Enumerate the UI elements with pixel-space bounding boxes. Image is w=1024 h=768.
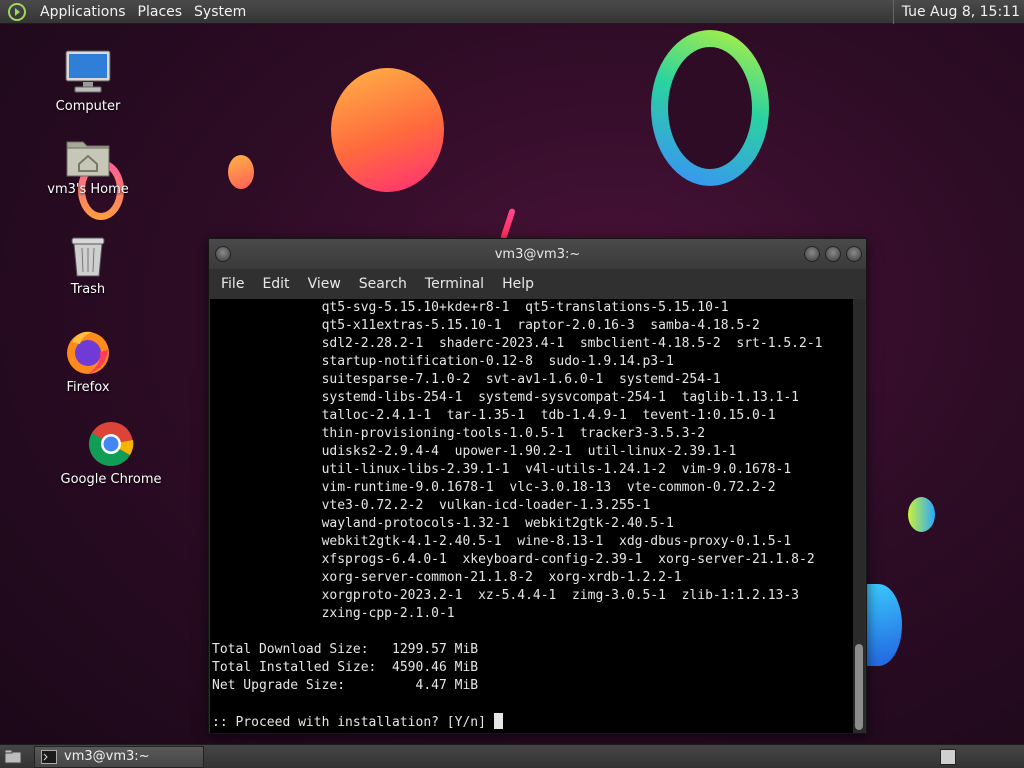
trash-icon	[71, 237, 105, 277]
workspace-switcher[interactable]	[940, 749, 956, 765]
applications-menu[interactable]: Applications	[34, 4, 132, 20]
terminal-cursor	[493, 713, 503, 729]
wallpaper-orange-blob	[331, 68, 444, 192]
clock[interactable]: Tue Aug 8, 15:11	[892, 0, 1020, 24]
desktop-icon-computer[interactable]: Computer	[28, 45, 148, 114]
terminal-line: vte3-0.72.2-2 vulkan-icd-loader-1.3.255-…	[212, 498, 651, 513]
terminal-window[interactable]: vm3@vm3:~ File Edit View Search Terminal…	[208, 238, 867, 734]
terminal-line: udisks2-2.9.4-4 upower-1.90.2-1 util-lin…	[212, 444, 737, 459]
minimize-button[interactable]	[804, 246, 820, 262]
terminal-line: xorg-server-common-21.1.8-2 xorg-xrdb-1.…	[212, 570, 682, 585]
desktop-icon-label: vm3's Home	[47, 182, 129, 197]
terminal-line: Total Installed Size: 4590.46 MiB	[212, 660, 479, 675]
desktop-icon-home[interactable]: vm3's Home	[28, 128, 148, 197]
show-desktop-icon	[4, 749, 22, 763]
terminal-line: talloc-2.4.1-1 tar-1.35-1 tdb-1.4.9-1 te…	[212, 408, 776, 423]
wallpaper-green-ring	[651, 30, 769, 186]
chrome-icon	[89, 422, 134, 466]
menu-terminal[interactable]: Terminal	[416, 276, 493, 292]
home-folder-icon	[66, 141, 110, 177]
terminal-line: wayland-protocols-1.32-1 webkit2gtk-2.40…	[212, 516, 674, 531]
bottom-panel: vm3@vm3:~	[0, 744, 1024, 768]
menu-file[interactable]: File	[212, 276, 253, 292]
taskbar-item-label: vm3@vm3:~	[64, 749, 150, 764]
terminal-line: :: Proceed with installation? [Y/n]	[212, 713, 854, 732]
terminal-line: util-linux-libs-2.39.1-1 v4l-utils-1.24.…	[212, 462, 792, 477]
terminal-line: systemd-libs-254-1 systemd-sysvcompat-25…	[212, 390, 799, 405]
distro-logo-icon[interactable]	[6, 1, 28, 23]
terminal-line: Net Upgrade Size: 4.47 MiB	[212, 678, 479, 693]
menu-help[interactable]: Help	[493, 276, 543, 292]
terminal-line: qt5-svg-5.15.10+kde+r8-1 qt5-translation…	[212, 300, 729, 315]
desktop-icon-trash[interactable]: Trash	[28, 228, 148, 297]
desktop-icon-label: Computer	[55, 99, 121, 114]
desktop-icon-chrome[interactable]: Google Chrome	[51, 418, 171, 487]
top-panel: Applications Places System Tue Aug 8, 15…	[0, 0, 1024, 24]
system-menu[interactable]: System	[188, 4, 252, 20]
window-menu-button[interactable]	[215, 246, 231, 262]
desktop-icon-label: Trash	[70, 282, 106, 297]
terminal-line: webkit2gtk-4.1-2.40.5-1 wine-8.13-1 xdg-…	[212, 534, 792, 549]
terminal-line: xorgproto-2023.2-1 xz-5.4.4-1 zimg-3.0.5…	[212, 588, 799, 603]
terminal-output[interactable]: qt5-svg-5.15.10+kde+r8-1 qt5-translation…	[210, 299, 854, 733]
menu-edit[interactable]: Edit	[253, 276, 298, 292]
wallpaper-green-blob	[908, 497, 935, 532]
terminal-scrollbar[interactable]	[853, 299, 865, 733]
terminal-menubar: File Edit View Search Terminal Help	[209, 269, 866, 299]
terminal-line: vim-runtime-9.0.1678-1 vlc-3.0.18-13 vte…	[212, 480, 776, 495]
close-button[interactable]	[846, 246, 862, 262]
window-title: vm3@vm3:~	[494, 246, 581, 262]
terminal-line: thin-provisioning-tools-1.0.5-1 tracker3…	[212, 426, 706, 441]
terminal-line: sdl2-2.28.2-1 shaderc-2023.4-1 smbclient…	[212, 336, 823, 351]
terminal-line: xfsprogs-6.4.0-1 xkeyboard-config-2.39-1…	[212, 552, 815, 567]
menu-search[interactable]: Search	[350, 276, 416, 292]
computer-icon	[65, 50, 111, 93]
desktop-icon-firefox[interactable]: Firefox	[28, 326, 148, 395]
terminal-line: suitesparse-7.1.0-2 svt-av1-1.6.0-1 syst…	[212, 372, 721, 387]
terminal-text: qt5-svg-5.15.10+kde+r8-1 qt5-translation…	[210, 299, 854, 732]
terminal-line: qt5-x11extras-5.15.10-1 raptor-2.0.16-3 …	[212, 318, 760, 333]
scrollbar-thumb[interactable]	[855, 644, 863, 730]
wallpaper-small-blob	[228, 155, 254, 189]
terminal-line: startup-notification-0.12-8 sudo-1.9.14.…	[212, 354, 674, 369]
terminal-line: Total Download Size: 1299.57 MiB	[212, 642, 479, 657]
terminal-line: zxing-cpp-2.1.0-1	[212, 606, 455, 621]
wallpaper-streak	[500, 207, 516, 241]
show-desktop-button[interactable]	[2, 746, 24, 768]
maximize-button[interactable]	[825, 246, 841, 262]
terminal-titlebar[interactable]: vm3@vm3:~	[209, 239, 866, 269]
desktop-icon-label: Firefox	[66, 380, 110, 395]
menu-view[interactable]: View	[299, 276, 350, 292]
desktop-icon-label: Google Chrome	[60, 472, 162, 487]
places-menu[interactable]: Places	[132, 4, 189, 20]
taskbar-item-terminal[interactable]: vm3@vm3:~	[34, 745, 204, 768]
terminal-icon	[41, 749, 57, 764]
firefox-icon	[67, 331, 109, 374]
